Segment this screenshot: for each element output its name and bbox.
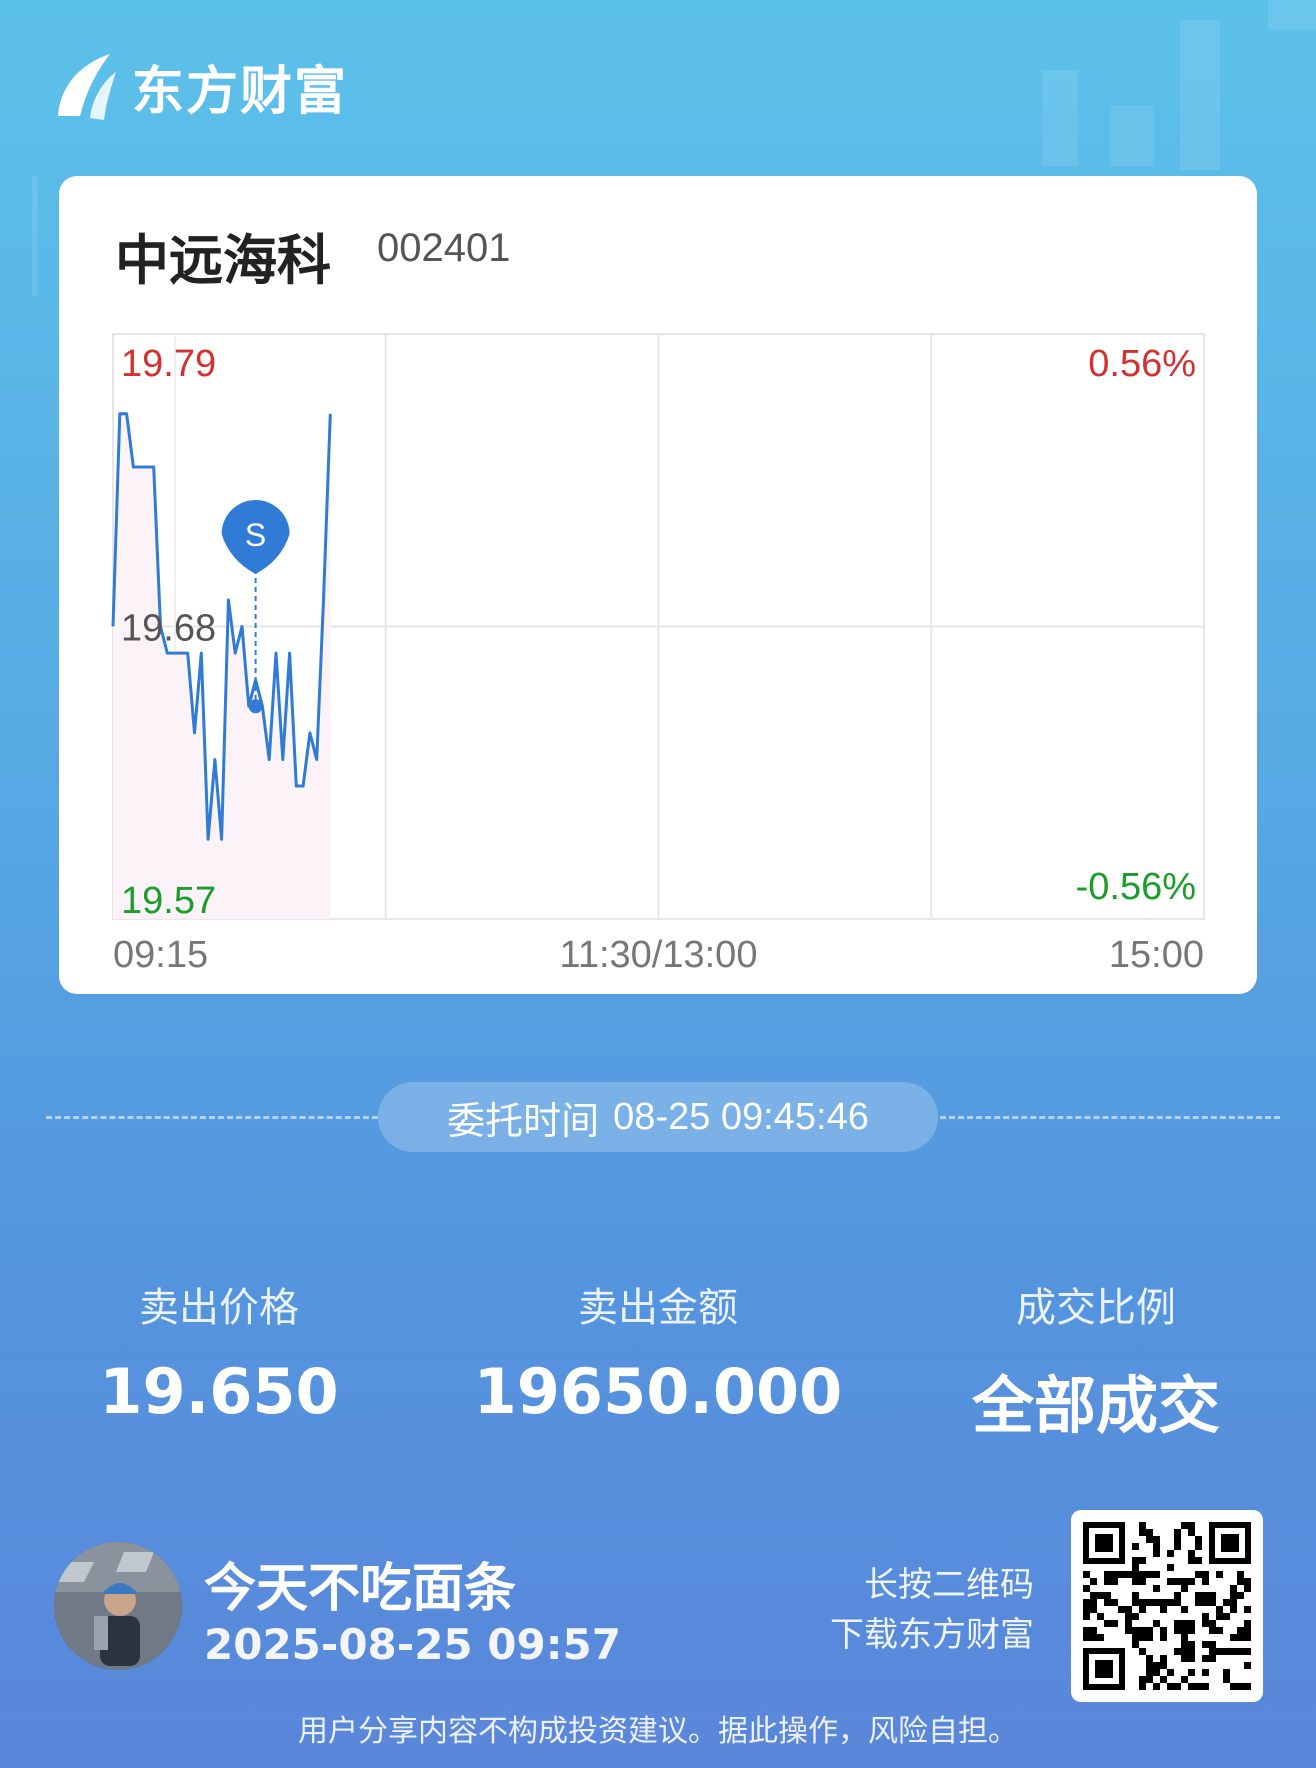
qr-hint-line2: 下载东方财富 bbox=[830, 1615, 1034, 1655]
price-label-mid: 19.68 bbox=[121, 608, 216, 650]
stat-label: 卖出价格 bbox=[139, 1285, 299, 1331]
order-time-label: 委托时间 bbox=[447, 1098, 600, 1143]
price-label-low: 19.57 bbox=[121, 880, 216, 922]
sell-marker-dot bbox=[248, 699, 263, 714]
intraday-chart: S 19.79 19.68 19.57 0.56% -0.56% 09:15 11:30/1… bbox=[111, 333, 1205, 976]
stat-sell-amount: 卖出金额 19650.000 bbox=[458, 1275, 858, 1428]
qr-hint: 长按二维码 下载东方财富 bbox=[830, 1560, 1034, 1660]
stat-fill-ratio: 成交比例 全部成交 bbox=[896, 1275, 1296, 1445]
order-time-pill: 委托时间 08-25 09:45:46 bbox=[378, 1082, 938, 1152]
background-candle-3 bbox=[1180, 20, 1220, 170]
stat-value: 全部成交 bbox=[971, 1369, 1220, 1442]
order-time-value: 08-25 09:45:46 bbox=[613, 1095, 869, 1138]
stat-sell-price: 卖出价格 19.650 bbox=[19, 1275, 419, 1428]
background-candle-1 bbox=[1042, 70, 1078, 166]
pct-label-high: 0.56% bbox=[1088, 343, 1196, 385]
background-wick bbox=[32, 176, 38, 296]
pct-label-low: -0.56% bbox=[1076, 866, 1196, 908]
stat-value: 19.650 bbox=[99, 1355, 339, 1428]
brand-header: 东方财富 bbox=[50, 46, 348, 126]
background-candle-4 bbox=[1268, 0, 1316, 30]
disclaimer: 用户分享内容不构成投资建议。据此操作，风险自担。 bbox=[298, 1714, 1018, 1749]
stock-card: 中远海科 002401 S 19.79 19.68 19.57 0.56% -0.56%… bbox=[59, 176, 1257, 994]
price-area-fill bbox=[113, 413, 331, 919]
share-timestamp: 2025-08-25 09:57 bbox=[204, 1620, 621, 1669]
background-candle-2 bbox=[1110, 106, 1154, 166]
dashed-divider-left bbox=[46, 1116, 378, 1119]
stat-label: 成交比例 bbox=[1016, 1285, 1176, 1331]
stat-label: 卖出金额 bbox=[578, 1285, 738, 1331]
dashed-divider-right bbox=[940, 1116, 1280, 1119]
qr-hint-line1: 长按二维码 bbox=[864, 1565, 1034, 1605]
stat-value: 19650.000 bbox=[473, 1355, 843, 1428]
sell-marker-label: S bbox=[245, 517, 266, 553]
order-time-row: 委托时间 08-25 09:45:46 bbox=[0, 1082, 1316, 1152]
price-label-high: 19.79 bbox=[121, 343, 216, 385]
x-tick-midday: 11:30/13:00 bbox=[560, 934, 758, 976]
username: 今天不吃面条 bbox=[204, 1559, 517, 1619]
qr-code-icon[interactable] bbox=[1071, 1510, 1263, 1702]
x-tick-open: 09:15 bbox=[113, 934, 208, 976]
avatar[interactable] bbox=[54, 1542, 182, 1670]
eastmoney-logo-icon bbox=[58, 54, 116, 120]
x-tick-close: 15:00 bbox=[1109, 934, 1204, 976]
brand-name: 东方财富 bbox=[132, 61, 349, 122]
